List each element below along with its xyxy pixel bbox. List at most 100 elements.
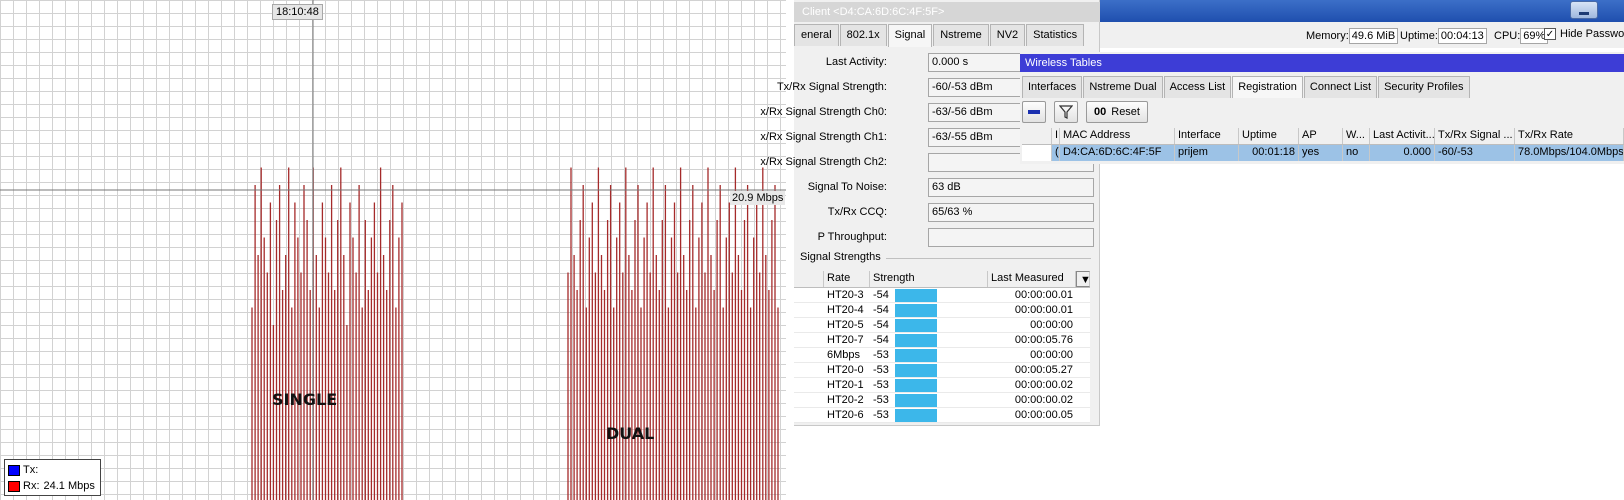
signal-table-body: HT20-3 -54 00:00:00.01 HT20-4 -54 00:00:00.01…: [794, 288, 1090, 423]
memory-stat: Memory: 49.6 MiB: [1306, 28, 1399, 44]
header-last-activity[interactable]: Last Activit...: [1370, 128, 1435, 144]
table-row[interactable]: HT20-3 -54 00:00:00.01: [794, 288, 1090, 303]
tab-security-profiles[interactable]: Security Profiles: [1378, 76, 1470, 98]
tab-registration[interactable]: Registration: [1232, 76, 1303, 98]
main-title-bar: [1100, 0, 1624, 22]
cell-strength: -53: [870, 378, 988, 392]
field-value[interactable]: 63 dB: [928, 178, 1094, 197]
strength-bar: [894, 393, 937, 407]
table-row[interactable]: HT20-0 -53 00:00:05.27: [794, 363, 1090, 378]
table-row[interactable]: ( D4:CA:6D:6C:4F:5F prijem 00:01:18 yes …: [1022, 145, 1624, 161]
hide-passwords-option[interactable]: ✓ Hide Passwords: [1544, 28, 1624, 41]
cell-strength: -53: [870, 393, 988, 407]
column-menu-icon[interactable]: ▼: [1076, 271, 1090, 287]
minimize-icon: [1579, 12, 1589, 15]
table-row[interactable]: HT20-4 -54 00:00:00.01: [794, 303, 1090, 318]
tab-nstreme[interactable]: Nstreme: [933, 24, 989, 46]
header-col[interactable]: I: [1052, 128, 1060, 144]
field-ccq: Tx/Rx CCQ: 65/63 %: [794, 203, 1100, 223]
reset-button[interactable]: 00 Reset: [1086, 101, 1148, 123]
cell-rate: HT20-3: [827, 289, 864, 301]
header-last-measured[interactable]: Last Measured: [988, 271, 1076, 287]
strength-value: -54: [873, 289, 889, 301]
cell-rate: HT20-5: [827, 319, 864, 331]
header-col[interactable]: [1022, 128, 1052, 144]
header-wds[interactable]: W...: [1343, 128, 1370, 144]
header-blank: [794, 271, 824, 287]
cell-last-measured: 00:00:00.02: [1014, 379, 1073, 391]
group-divider: [886, 258, 1091, 259]
header-mac-address[interactable]: MAC Address: [1060, 128, 1175, 144]
strength-value: -53: [873, 364, 889, 376]
header-uptime[interactable]: Uptime: [1239, 128, 1299, 144]
registration-table: I MAC Address Interface Uptime AP W... L…: [1022, 128, 1624, 161]
header-interface[interactable]: Interface: [1175, 128, 1239, 144]
tab-general[interactable]: eneral: [794, 24, 839, 46]
cell-last-measured: 00:00:05.27: [1014, 364, 1073, 376]
cell: (: [1052, 145, 1060, 161]
table-row[interactable]: HT20-2 -53 00:00:00.02: [794, 393, 1090, 408]
cpu-label: CPU:: [1494, 30, 1521, 42]
header-rate[interactable]: Tx/Rx Rate: [1515, 128, 1624, 144]
header-signal[interactable]: Tx/Rx Signal ...: [1435, 128, 1515, 144]
tab-access-list[interactable]: Access List: [1163, 76, 1232, 98]
tab-statistics[interactable]: Statistics: [1026, 24, 1085, 46]
table-row[interactable]: 6Mbps -53 00:00:00: [794, 348, 1090, 363]
hide-passwords-checkbox[interactable]: ✓: [1544, 28, 1556, 41]
legend-rx-value: 24.1 Mbps: [43, 480, 95, 492]
strength-bar: [894, 333, 937, 347]
registration-table-header: I MAC Address Interface Uptime AP W... L…: [1022, 128, 1624, 145]
client-tabs: eneral 802.1x Signal Nstreme NV2 Statist…: [794, 24, 1085, 47]
table-row[interactable]: HT20-6 -53 00:00:00.05: [794, 408, 1090, 423]
wireless-tabs: Interfaces Nstreme Dual Access List Regi…: [1022, 76, 1471, 98]
cell-rate: HT20-6: [827, 409, 864, 421]
field-value[interactable]: 65/63 %: [928, 203, 1094, 222]
remove-button[interactable]: [1022, 101, 1046, 123]
header-strength[interactable]: Strength: [870, 271, 988, 287]
minimize-button[interactable]: [1570, 1, 1598, 19]
cpu-stat: CPU: 69%: [1494, 28, 1549, 44]
cell-rate: HT20-0: [827, 364, 864, 376]
legend-tx-swatch: [8, 464, 20, 476]
strength-bar: [894, 288, 937, 302]
header-ap[interactable]: AP: [1299, 128, 1343, 144]
header-rate[interactable]: Rate: [824, 271, 870, 287]
cell-rate: HT20-4: [827, 304, 864, 316]
table-row[interactable]: HT20-1 -53 00:00:00.02: [794, 378, 1090, 393]
strength-bar: [894, 408, 937, 422]
minus-icon: [1028, 110, 1040, 114]
field-label: x/Rx Signal Strength Ch0:: [760, 106, 887, 118]
tab-interfaces[interactable]: Interfaces: [1022, 76, 1083, 98]
cell-signal: -60/-53: [1435, 145, 1515, 161]
cell: [1022, 145, 1052, 161]
legend-tx-label: Tx:: [23, 464, 39, 476]
tab-nstreme-dual[interactable]: Nstreme Dual: [1083, 76, 1163, 98]
uptime-stat: Uptime: 00:04:13: [1400, 28, 1487, 44]
cell-strength: -53: [870, 348, 988, 362]
graph-time-label: 18:10:48: [272, 4, 323, 20]
cell-uptime: 00:01:18: [1239, 145, 1299, 161]
table-row[interactable]: HT20-5 -54 00:00:00: [794, 318, 1090, 333]
filter-button[interactable]: [1054, 101, 1078, 123]
strength-value: -53: [873, 379, 889, 391]
field-label: Tx/Rx Signal Strength:: [776, 81, 887, 93]
strength-value: -53: [873, 409, 889, 421]
field-value[interactable]: [928, 228, 1094, 247]
cell-interface: prijem: [1175, 145, 1239, 161]
table-row[interactable]: HT20-7 -54 00:00:05.76: [794, 333, 1090, 348]
traffic-graph: 18:10:48 20.9 Mbps SINGLE DUAL Tx: Rx: 2…: [0, 0, 786, 500]
strength-bar: [894, 348, 937, 362]
strength-bar: [894, 363, 937, 377]
hide-passwords-label: Hide Passwords: [1560, 28, 1624, 40]
tab-8021x[interactable]: 802.1x: [839, 24, 887, 46]
cell-rate: 78.0Mbps/104.0Mbps: [1515, 145, 1624, 161]
cell-rate: HT20-1: [827, 379, 864, 391]
tab-nv2[interactable]: NV2: [989, 24, 1026, 46]
cell-rate: HT20-2: [827, 394, 864, 406]
wireless-window-title[interactable]: Wireless Tables: [1020, 54, 1624, 72]
strength-value: -54: [873, 334, 889, 346]
tab-connect-list[interactable]: Connect List: [1303, 76, 1378, 98]
tab-signal[interactable]: Signal: [887, 24, 933, 47]
cell-last-measured: 00:00:00.05: [1014, 409, 1073, 421]
client-window-title[interactable]: Client <D4:CA:6D:6C:4F:5F>: [794, 2, 1100, 22]
